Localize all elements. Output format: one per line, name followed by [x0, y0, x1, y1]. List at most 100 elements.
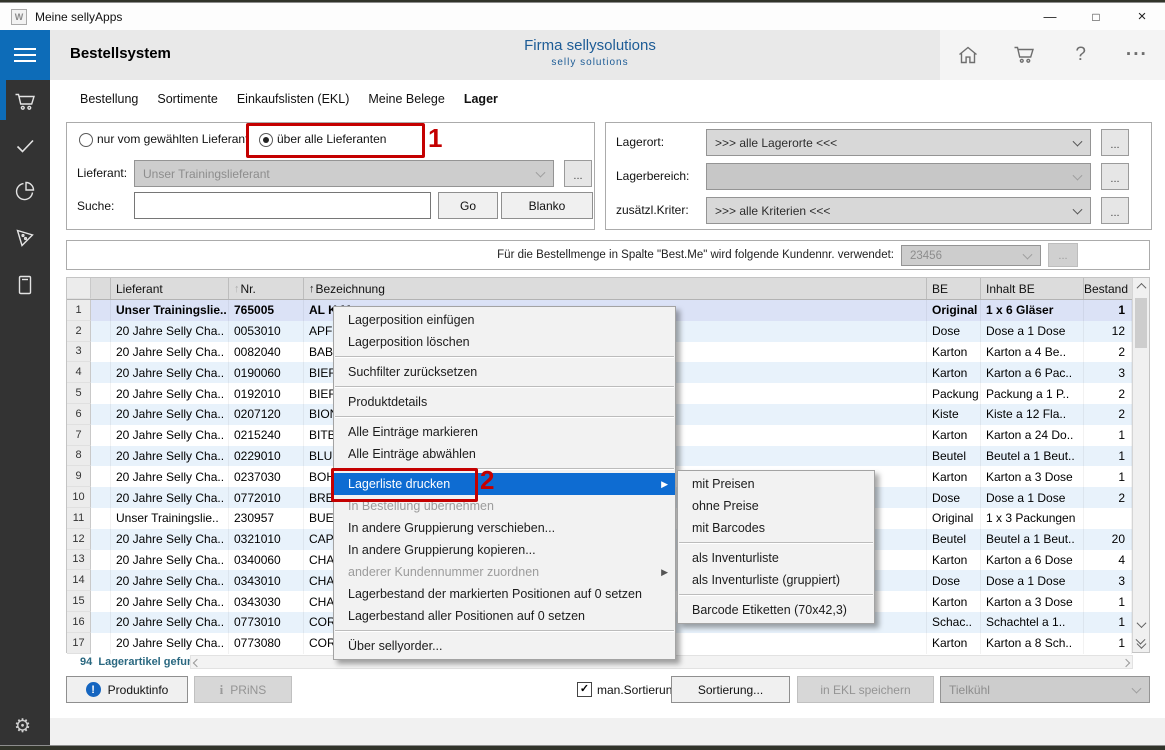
- submenu-item-mit-preisen[interactable]: mit Preisen: [678, 473, 874, 495]
- man-sortierung-checkbox[interactable]: ✓: [577, 682, 592, 697]
- menu-item-suchfilter-zuruecksetzen[interactable]: Suchfilter zurücksetzen: [334, 361, 675, 383]
- row-marker-cell[interactable]: [91, 321, 111, 342]
- tab-meine-belege[interactable]: Meine Belege: [368, 92, 444, 106]
- row-marker-cell[interactable]: [91, 487, 111, 508]
- go-button[interactable]: Go: [438, 192, 498, 219]
- submenu-item-ohne-preise[interactable]: ohne Preise: [678, 495, 874, 517]
- row-marker-cell[interactable]: [91, 300, 111, 321]
- settings-gear-icon[interactable]: ⚙: [14, 717, 31, 736]
- tab-lager[interactable]: Lager: [464, 92, 498, 106]
- tab-sortimente[interactable]: Sortimente: [157, 92, 217, 106]
- menu-item-lagerposition-einfuegen[interactable]: Lagerposition einfügen: [334, 309, 675, 331]
- kriterien-select[interactable]: >>> alle Kriterien <<<: [706, 197, 1091, 224]
- menu-item-lagerposition-loeschen[interactable]: Lagerposition löschen: [334, 331, 675, 353]
- row-marker-cell[interactable]: [91, 342, 111, 363]
- menu-item-alle-abwaehlen[interactable]: Alle Einträge abwählen: [334, 443, 675, 465]
- scrollbar-thumb[interactable]: [1135, 298, 1147, 348]
- row-number: 12: [67, 529, 91, 550]
- prins-button[interactable]: i PRiNS: [194, 676, 292, 703]
- chevron-left-icon[interactable]: [193, 659, 201, 667]
- annotation-number-2: 2: [480, 467, 494, 493]
- sidebar-item-check[interactable]: [13, 134, 37, 158]
- produktinfo-button[interactable]: ! Produktinfo: [66, 676, 188, 703]
- kriterien-label: zusätzl.Kriter:: [616, 203, 689, 217]
- minimize-button[interactable]: —: [1027, 3, 1073, 30]
- lieferant-more-button[interactable]: ...: [564, 160, 592, 187]
- chevron-right-icon[interactable]: [1122, 659, 1130, 667]
- kriterien-more-button[interactable]: ...: [1101, 197, 1129, 224]
- blanko-button[interactable]: Blanko: [501, 192, 593, 219]
- row-marker-cell[interactable]: [91, 550, 111, 571]
- menu-button[interactable]: [0, 30, 50, 80]
- cell-lieferant: 20 Jahre Selly Cha..: [111, 446, 229, 467]
- lagerbereich-select[interactable]: [706, 163, 1091, 190]
- menu-item-lagerbestand-alle-0[interactable]: Lagerbestand aller Positionen auf 0 setz…: [334, 605, 675, 627]
- tab-einkaufslisten[interactable]: Einkaufslisten (EKL): [237, 92, 350, 106]
- sidebar-item-pizza[interactable]: [13, 226, 37, 250]
- window-title: Meine sellyApps: [35, 10, 122, 24]
- sortierung-button[interactable]: Sortierung...: [671, 676, 790, 703]
- submenu-item-inventurliste[interactable]: als Inventurliste: [678, 547, 874, 569]
- lagerort-more-button[interactable]: ...: [1101, 129, 1129, 156]
- sidebar-item-cart[interactable]: [13, 90, 37, 114]
- col-header-bezeichnung[interactable]: ↑Bezeichnung: [304, 278, 927, 299]
- row-marker-cell[interactable]: [91, 383, 111, 404]
- cell-bestand: 2: [1084, 342, 1132, 363]
- kundennr-more-button[interactable]: ...: [1048, 243, 1078, 267]
- col-header-rownum[interactable]: [67, 278, 91, 299]
- row-marker-cell[interactable]: [91, 362, 111, 383]
- submenu-item-barcode-etiketten[interactable]: Barcode Etiketten (70x42,3): [678, 599, 874, 621]
- radio-single-supplier[interactable]: [79, 133, 93, 147]
- menu-item-alle-markieren[interactable]: Alle Einträge markieren: [334, 421, 675, 443]
- row-marker-cell[interactable]: [91, 425, 111, 446]
- more-options-button[interactable]: ···: [1124, 42, 1150, 68]
- cart-button[interactable]: [1011, 42, 1037, 68]
- annotation-box-1: [246, 123, 425, 158]
- row-marker-cell[interactable]: [91, 612, 111, 633]
- row-marker-cell[interactable]: [91, 529, 111, 550]
- tielkuehl-select[interactable]: Tielkühl: [940, 676, 1150, 703]
- ekl-speichern-button[interactable]: in EKL speichern: [797, 676, 934, 703]
- col-header-lieferant[interactable]: Lieferant: [111, 278, 229, 299]
- menu-item-lagerbestand-markierte-0[interactable]: Lagerbestand der markierten Positionen a…: [334, 583, 675, 605]
- menu-item-produktdetails[interactable]: Produktdetails: [334, 391, 675, 413]
- close-button[interactable]: ×: [1119, 3, 1165, 30]
- lagerort-select[interactable]: >>> alle Lagerorte <<<: [706, 129, 1091, 156]
- menu-item-kundennummer-zuordnen[interactable]: anderer Kundennummer zuordnen ▶: [334, 561, 675, 583]
- cell-inhalt-be: 1 x 3 Packungen: [981, 508, 1084, 529]
- menu-item-gruppierung-verschieben[interactable]: In andere Gruppierung verschieben...: [334, 517, 675, 539]
- col-header-inhalt-be[interactable]: Inhalt BE: [981, 278, 1084, 299]
- search-input[interactable]: [134, 192, 431, 219]
- menu-item-ueber-sellyorder[interactable]: Über sellyorder...: [334, 635, 675, 657]
- menu-separator: [335, 416, 674, 418]
- menu-separator: [335, 356, 674, 358]
- row-marker-cell[interactable]: [91, 508, 111, 529]
- row-marker-cell[interactable]: [91, 570, 111, 591]
- col-header-marker[interactable]: [91, 278, 111, 299]
- lieferant-select[interactable]: Unser Trainingslieferant: [134, 160, 554, 187]
- maximize-button[interactable]: □: [1073, 3, 1119, 30]
- scroll-up-button[interactable]: [1133, 278, 1149, 295]
- row-marker-cell[interactable]: [91, 404, 111, 425]
- kundennr-select[interactable]: 23456: [901, 245, 1041, 266]
- home-button[interactable]: [955, 42, 981, 68]
- sidebar-item-catalog[interactable]: [13, 273, 37, 297]
- col-header-nr[interactable]: ↑Nr.: [229, 278, 304, 299]
- tab-bestellung[interactable]: Bestellung: [80, 92, 138, 106]
- row-marker-cell[interactable]: [91, 466, 111, 487]
- row-marker-cell[interactable]: [91, 446, 111, 467]
- help-button[interactable]: ?: [1068, 42, 1094, 68]
- col-header-be[interactable]: BE: [927, 278, 981, 299]
- row-marker-cell[interactable]: [91, 633, 111, 654]
- lagerbereich-more-button[interactable]: ...: [1101, 163, 1129, 190]
- row-marker-cell[interactable]: [91, 591, 111, 612]
- scroll-down-button[interactable]: [1133, 616, 1149, 633]
- vertical-scrollbar[interactable]: [1132, 278, 1149, 652]
- sidebar-item-statistics[interactable]: [13, 179, 37, 203]
- menu-item-gruppierung-kopieren[interactable]: In andere Gruppierung kopieren...: [334, 539, 675, 561]
- scroll-page-down-button[interactable]: [1133, 634, 1149, 651]
- submenu-item-mit-barcodes[interactable]: mit Barcodes: [678, 517, 874, 539]
- submenu-item-inventurliste-gruppiert[interactable]: als Inventurliste (gruppiert): [678, 569, 874, 591]
- sidebar: ⚙: [0, 30, 50, 745]
- col-header-bestand[interactable]: Bestand: [1084, 278, 1132, 299]
